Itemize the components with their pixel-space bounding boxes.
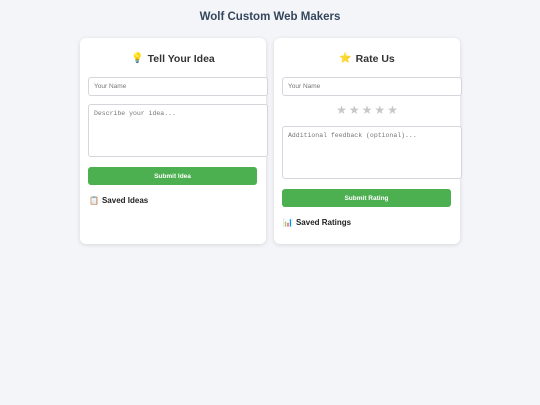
feedback-input[interactable]	[282, 126, 462, 179]
bar-chart-icon: 📊	[283, 217, 293, 227]
rating-star-4[interactable]: ★	[374, 104, 385, 116]
rate-card-title-text: Rate Us	[355, 53, 395, 65]
idea-name-input[interactable]	[88, 77, 268, 96]
rating-star-3[interactable]: ★	[362, 104, 373, 116]
idea-card: 💡 Tell Your Idea Submit Idea 📋 Saved Ide…	[80, 38, 268, 244]
saved-ratings-heading: 📊 Saved Ratings	[283, 218, 351, 227]
submit-idea-button[interactable]: Submit Idea	[88, 167, 257, 185]
clipboard-icon: 📋	[89, 195, 99, 205]
rate-card-title: ⭐ Rate Us	[274, 53, 460, 65]
idea-card-title: 💡 Tell Your Idea	[80, 53, 266, 65]
submit-rating-button[interactable]: Submit Rating	[282, 189, 451, 207]
rating-star-2[interactable]: ★	[349, 104, 360, 116]
star-icon: ⭐	[339, 53, 352, 64]
rate-card: ⭐ Rate Us ★ ★ ★ ★ ★ Submit Rating 📊 Save…	[274, 38, 462, 244]
rating-star-5[interactable]: ★	[387, 104, 398, 116]
rating-star-1[interactable]: ★	[336, 104, 347, 116]
lightbulb-icon: 💡	[131, 53, 144, 64]
star-rating: ★ ★ ★ ★ ★	[274, 104, 460, 116]
saved-ideas-label: Saved Ideas	[101, 196, 149, 205]
rate-name-input[interactable]	[282, 77, 462, 96]
page-title: Wolf Custom Web Makers	[199, 11, 341, 23]
saved-ratings-label: Saved Ratings	[295, 218, 352, 227]
idea-card-title-text: Tell Your Idea	[147, 53, 215, 65]
saved-ideas-heading: 📋 Saved Ideas	[89, 196, 148, 205]
idea-description-input[interactable]	[88, 104, 268, 157]
